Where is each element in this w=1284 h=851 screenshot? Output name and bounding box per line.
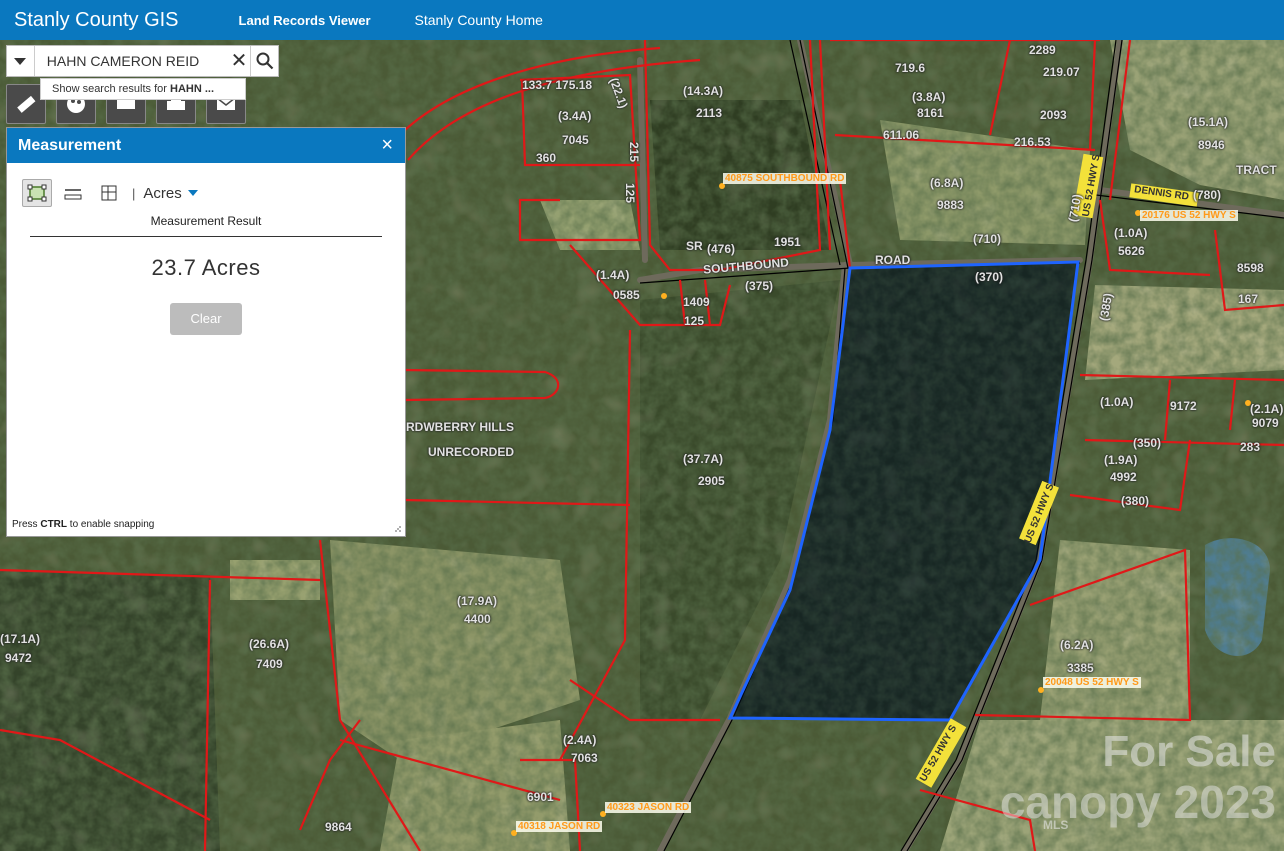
distance-tool-button[interactable] <box>58 179 88 207</box>
search-suggestion[interactable]: Show search results for HAHN ... <box>40 78 246 100</box>
snapping-hint: Press CTRL to enable snapping <box>12 519 155 530</box>
search-box: ✕ <box>6 45 279 77</box>
watermark-canopy: canopy 2023 <box>999 776 1276 828</box>
resize-handle-icon[interactable] <box>394 525 402 533</box>
location-grid-icon <box>101 185 117 201</box>
search-source-dropdown[interactable] <box>7 46 35 76</box>
app-title: Stanly County GIS <box>14 8 179 31</box>
panel-title: Measurement <box>18 136 122 154</box>
watermark-for-sale: For Sale <box>1102 727 1276 776</box>
measurement-panel-header: Measurement × <box>7 128 405 163</box>
search-icon <box>256 52 273 70</box>
divider <box>30 236 382 237</box>
watermark-mls: MLS <box>1043 818 1069 832</box>
search-button[interactable] <box>250 46 278 76</box>
caret-down-icon <box>14 57 27 65</box>
clear-button[interactable]: Clear <box>170 303 242 335</box>
nav-stanly-county-home[interactable]: Stanly County Home <box>415 12 543 28</box>
app-header: Stanly County GIS Land Records Viewer St… <box>0 0 1284 40</box>
measurement-result-label: Measurement Result <box>150 214 262 228</box>
area-icon <box>27 184 47 202</box>
close-icon[interactable]: × <box>381 134 393 157</box>
measurement-panel: Measurement × | Acres Measurement Result… <box>6 127 406 537</box>
ruler-icon <box>17 95 36 113</box>
caret-down-icon[interactable] <box>187 190 198 196</box>
tool-separator: | <box>132 185 136 201</box>
search-input[interactable] <box>34 47 228 75</box>
unit-select[interactable]: Acres <box>143 185 181 202</box>
distance-icon <box>64 189 82 200</box>
close-icon[interactable]: ✕ <box>228 46 250 76</box>
location-tool-button[interactable] <box>94 179 124 207</box>
area-tool-button[interactable] <box>22 179 52 207</box>
nav-land-records-viewer[interactable]: Land Records Viewer <box>239 13 371 28</box>
measure-mode-bar: | Acres <box>22 179 405 207</box>
measurement-result-value: 23.7 Acres <box>151 255 261 280</box>
